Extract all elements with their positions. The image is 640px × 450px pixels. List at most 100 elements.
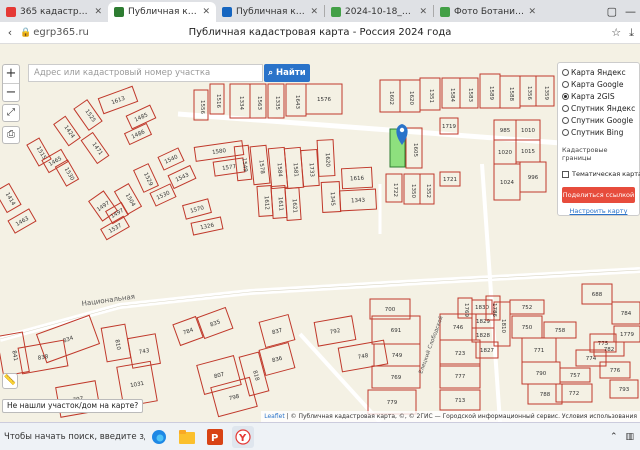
plot-1485[interactable]: 1485 bbox=[125, 104, 157, 130]
plot-1343[interactable]: 1343 bbox=[338, 188, 378, 212]
plot-810[interactable]: 810 bbox=[100, 323, 132, 363]
url-field[interactable]: egrp365.ru bbox=[33, 27, 89, 38]
plot-1578[interactable]: 1578 bbox=[249, 144, 271, 186]
not-found-button[interactable]: Не нашли участок/дом на карте? bbox=[2, 399, 144, 413]
plot-1540[interactable]: 1540 bbox=[157, 147, 185, 171]
setup-map-link[interactable]: Настроить карту bbox=[562, 207, 635, 215]
plot-772[interactable]: 772 bbox=[555, 383, 593, 403]
plot-1356[interactable]: 1356 bbox=[519, 75, 537, 107]
layer-option-2gis-map[interactable]: Карта 2GIS bbox=[562, 90, 635, 102]
plot-1602[interactable]: 1602 bbox=[379, 79, 401, 113]
plot-1515[interactable]: 1515 bbox=[26, 137, 52, 167]
kad-borders-label[interactable]: Кадастровые границы bbox=[562, 146, 635, 162]
plot-1722[interactable]: 1722 bbox=[385, 173, 403, 203]
network-icon[interactable]: ▥ bbox=[625, 432, 634, 442]
plot-1563[interactable]: 1563 bbox=[249, 83, 267, 119]
plot-748[interactable]: 748 bbox=[337, 339, 389, 373]
tab-list-icon[interactable]: ▢ bbox=[607, 5, 617, 18]
zoom-in-button[interactable]: + bbox=[3, 65, 19, 83]
plot-1543[interactable]: 1543 bbox=[167, 164, 197, 190]
plot-818[interactable]: 818 bbox=[238, 351, 270, 397]
plot-1530[interactable]: 1530 bbox=[54, 159, 80, 187]
close-icon[interactable]: ✕ bbox=[419, 7, 427, 17]
yandex-browser-icon[interactable]: Y bbox=[232, 425, 254, 448]
plot-835[interactable]: 835 bbox=[196, 306, 234, 340]
layer-option-bing-sat[interactable]: Спутник Bing bbox=[562, 126, 635, 138]
close-icon[interactable]: ✕ bbox=[528, 7, 536, 17]
plot-784[interactable]: 784 bbox=[611, 301, 640, 325]
tab-4[interactable]: Фото Ботаничеcкая 75.p✕ bbox=[434, 2, 542, 22]
plot-996[interactable]: 996 bbox=[519, 161, 547, 193]
plot-793[interactable]: 793 bbox=[609, 379, 639, 399]
plot-1620[interactable]: 1620 bbox=[316, 139, 336, 177]
plot-1020[interactable]: 1020 bbox=[493, 139, 517, 165]
plot-757[interactable]: 757 bbox=[559, 367, 591, 383]
plot-1588[interactable]: 1588 bbox=[499, 75, 521, 109]
plot-836[interactable]: 836 bbox=[258, 341, 296, 377]
plot-807[interactable]: 807 bbox=[196, 354, 242, 396]
plot-1516[interactable]: 1516 bbox=[209, 83, 225, 115]
plot-1334[interactable]: 1334 bbox=[229, 83, 251, 119]
print-button[interactable]: ⎙ bbox=[2, 126, 20, 144]
plot-1643[interactable]: 1643 bbox=[285, 83, 307, 117]
back-icon[interactable]: ‹ bbox=[0, 26, 20, 39]
plot-792[interactable]: 792 bbox=[313, 315, 357, 347]
plot-837[interactable]: 837 bbox=[258, 313, 296, 349]
minimize-icon[interactable]: — bbox=[625, 5, 636, 18]
plot-1010[interactable]: 1010 bbox=[515, 119, 541, 141]
plot-743[interactable]: 743 bbox=[127, 333, 161, 369]
tab-0[interactable]: 365 кадастровая карта✕ bbox=[0, 2, 108, 22]
plot-1351[interactable]: 1351 bbox=[419, 77, 441, 111]
tab-2[interactable]: Публичная кадастрова✕ bbox=[216, 2, 324, 22]
plot-790[interactable]: 790 bbox=[521, 361, 561, 385]
plot-723[interactable]: 723 bbox=[439, 339, 481, 367]
layer-option-google-sat[interactable]: Спутник Google bbox=[562, 114, 635, 126]
plot-1584[interactable]: 1584 bbox=[441, 77, 461, 109]
zoom-out-button[interactable]: − bbox=[3, 83, 19, 101]
layer-option-yandex-sat[interactable]: Спутник Яндекс bbox=[562, 102, 635, 114]
plot-691[interactable]: 691 bbox=[371, 315, 421, 345]
search-button[interactable]: ⌕ Найти bbox=[264, 64, 310, 82]
bookmark-icon[interactable]: ☆ bbox=[611, 26, 621, 40]
plot-776[interactable]: 776 bbox=[599, 361, 631, 379]
plot-771[interactable]: 771 bbox=[521, 337, 557, 363]
plot-1769[interactable]: 1769 bbox=[457, 297, 473, 319]
download-icon[interactable]: ⤓ bbox=[629, 26, 634, 40]
plot-758[interactable]: 758 bbox=[543, 321, 577, 339]
cadastral-map[interactable]: 1613 1485 1486 1525 1424 1471 1515 1465 1530 1497… bbox=[0, 44, 640, 422]
plot-1424[interactable]: 1424 bbox=[53, 115, 81, 147]
plot-1024[interactable]: 1024 bbox=[493, 163, 521, 201]
plot-1583[interactable]: 1583 bbox=[459, 77, 479, 109]
edge-icon[interactable] bbox=[148, 426, 170, 448]
plot-1359[interactable]: 1359 bbox=[535, 75, 555, 107]
plot-1613[interactable]: 1613 bbox=[97, 85, 139, 115]
plot-769[interactable]: 769 bbox=[371, 365, 421, 389]
map-canvas[interactable]: 1613148514861525142414711515146515301497… bbox=[0, 44, 640, 422]
plot-1335[interactable]: 1335 bbox=[267, 83, 285, 119]
powerpoint-icon[interactable]: P bbox=[204, 426, 226, 448]
plot-1463[interactable]: 1463 bbox=[7, 208, 37, 234]
plot-798[interactable]: 798 bbox=[210, 376, 258, 418]
ruler-button[interactable]: 📏 bbox=[2, 373, 18, 389]
plot-1580[interactable]: 1580 bbox=[193, 140, 245, 162]
plot-777[interactable]: 777 bbox=[439, 363, 481, 389]
layer-option-yandex-map[interactable]: Карта Яндекс bbox=[562, 66, 635, 78]
plot-1345[interactable]: 1345 bbox=[320, 181, 342, 213]
plot-1620[interactable]: 1620 bbox=[399, 79, 421, 113]
tab-1[interactable]: Публичная кадастрова✕ bbox=[108, 2, 216, 22]
thematic-map-toggle[interactable]: Тематическая карта bbox=[562, 168, 640, 180]
plot-838[interactable]: 838 bbox=[17, 339, 69, 375]
plot-1577[interactable]: 1577 bbox=[212, 157, 246, 177]
plot-1471[interactable]: 1471 bbox=[80, 131, 110, 165]
plot-750[interactable]: 750 bbox=[511, 315, 543, 339]
plot-1525[interactable]: 1525 bbox=[73, 99, 103, 131]
plot-1529[interactable]: 1529 bbox=[133, 163, 159, 193]
close-icon[interactable]: ✕ bbox=[94, 7, 102, 17]
layer-option-google-map[interactable]: Карта Google bbox=[562, 78, 635, 90]
plot-688[interactable]: 688 bbox=[581, 283, 613, 305]
chevron-up-icon[interactable]: ⌃ bbox=[610, 432, 618, 442]
plot-1721[interactable]: 1721 bbox=[439, 171, 461, 187]
plot-1352[interactable]: 1352 bbox=[419, 173, 435, 205]
plot-1612[interactable]: 1612 bbox=[256, 185, 274, 217]
tab-3[interactable]: 2024-10-18_09-56-59.pn✕ bbox=[325, 2, 433, 22]
